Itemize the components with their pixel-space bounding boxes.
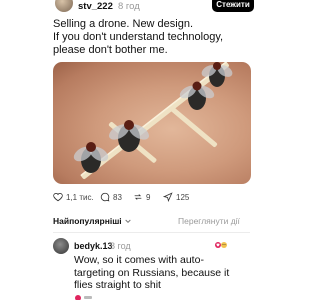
post-text-line: If you don't understand technology, (53, 31, 224, 43)
chevron-down-icon (124, 219, 131, 224)
like-action[interactable]: 1,1 тис. (53, 192, 94, 202)
post-text-line: please don't bother me. (53, 44, 168, 56)
comment-avatar[interactable] (53, 238, 69, 254)
comment-text-line: targeting on Russians, because it (74, 266, 230, 279)
repost-action[interactable]: 9 (133, 192, 150, 202)
comment-username[interactable]: bedyk.13 (74, 241, 113, 251)
like-count: 1,1 тис. (66, 192, 94, 202)
post-header: stv_222 8 год Стежити (0, 0, 300, 16)
post-actions: 1,1 тис. 83 9 125 (53, 192, 253, 204)
share-count: 125 (176, 192, 190, 202)
comment-icon (100, 192, 110, 202)
view-activity-link[interactable]: Переглянути дії (178, 216, 240, 226)
thread-post: stv_222 8 год Стежити Selling a drone. N… (0, 0, 300, 300)
comment-count: 83 (113, 192, 122, 202)
follow-button[interactable]: Стежити (212, 0, 254, 12)
share-action[interactable]: 125 (163, 192, 189, 202)
send-icon (163, 192, 173, 202)
repost-count: 9 (146, 192, 151, 202)
comment-timestamp: 8 год (110, 241, 131, 251)
flies-matchstick-drone-illustration (73, 62, 233, 179)
post-image[interactable] (53, 62, 251, 184)
divider (53, 232, 250, 233)
repost-icon (134, 194, 142, 200)
reaction-icons[interactable] (214, 239, 228, 251)
post-text-line: Selling a drone. New design. (53, 18, 194, 30)
post-username[interactable]: stv_222 (78, 1, 113, 12)
sort-label: Найпопулярніші (53, 216, 122, 226)
comment-action[interactable]: 83 (100, 192, 122, 202)
heart-icon (53, 193, 63, 202)
post-timestamp: 8 год (118, 1, 140, 12)
comment-actions-partial (75, 295, 92, 300)
avatar[interactable] (55, 0, 73, 12)
post-text: Selling a drone. New design. If you don'… (53, 18, 253, 57)
comment-text-line: flies straight to shit (74, 279, 161, 291)
comment-text: Wow, so it comes with auto- targeting on… (74, 254, 254, 292)
comment-text-line: Wow, so it comes with auto- (74, 254, 204, 266)
comments-sort-dropdown[interactable]: Найпопулярніші (53, 216, 132, 226)
